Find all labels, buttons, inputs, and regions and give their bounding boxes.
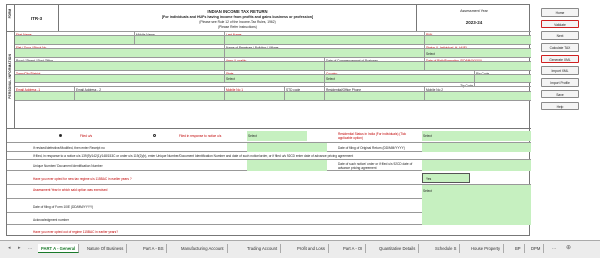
tab-part-a-bs[interactable]: Part A - BS — [140, 244, 168, 253]
filed-response-label: Filed in response to notice u/s — [179, 133, 222, 138]
personal-info-label: PERSONAL INFORMATION — [8, 54, 12, 99]
unique-number-input[interactable] — [247, 160, 327, 171]
assessment-year-opted-select[interactable]: Select — [422, 185, 531, 199]
tab-part-a-general[interactable]: PART A - General — [38, 244, 80, 253]
opt-regime-select[interactable]: Yes — [422, 173, 470, 183]
form-instructions: (Please Refer instructions) — [218, 25, 257, 29]
revised-receipt-label: If revised/defective/Modified, then ente… — [33, 145, 105, 150]
pan-input[interactable] — [425, 36, 531, 44]
personal-info-grid: First Name Middle Name Last Name PAN Fla… — [15, 31, 531, 101]
tab-scroll-left-icon[interactable]: ◂ — [8, 245, 11, 251]
std-code-input[interactable] — [285, 92, 325, 100]
home-button[interactable]: Home — [541, 8, 579, 17]
opted-out-label: Have you ever opted out of regime 115BAC… — [33, 229, 118, 234]
first-name-input[interactable] — [15, 36, 135, 44]
town-city-input[interactable] — [15, 75, 225, 82]
road-street-input[interactable] — [15, 62, 225, 70]
itr-code: ITR-3 — [15, 5, 59, 31]
form-rule: (Please see Rule 12 of the Income-Tax Ru… — [199, 20, 276, 24]
area-locality-input[interactable] — [225, 62, 325, 70]
next-button[interactable]: Next — [541, 31, 579, 40]
tab-house-property[interactable]: House Property — [468, 244, 505, 253]
import-xml-button[interactable]: Import XML — [541, 66, 579, 75]
form-label-cell: FORM — [7, 5, 15, 31]
form10ie-date-input[interactable] — [422, 199, 531, 213]
pin-code-input[interactable] — [475, 75, 531, 82]
tab-quantitative-details[interactable]: Quantitative Details — [376, 244, 420, 253]
sheet-tab-bar: ◂ ▸ ... PART A - General Nature Of Busin… — [0, 240, 600, 258]
assessment-year-opted-label: Assessment Year in which said option was… — [33, 187, 108, 192]
generate-xml-button[interactable]: Generate XML — [541, 54, 579, 64]
form-label: FORM — [8, 9, 12, 19]
personal-info-side: PERSONAL INFORMATION — [7, 31, 15, 128]
flat-door-input[interactable] — [15, 49, 225, 57]
country-select[interactable]: Select — [325, 75, 475, 82]
email2-input[interactable] — [75, 92, 225, 100]
form-header: INDIAN INCOME TAX RETURN [For individual… — [59, 5, 417, 31]
filed-us-label: Filed u/s — [80, 133, 93, 138]
ack-number-label: Acknowledgment number — [33, 217, 69, 222]
last-name-input[interactable] — [225, 36, 425, 44]
tab-ellipsis-right[interactable]: ... — [552, 245, 556, 251]
filed-section-select-value: Select — [248, 134, 257, 138]
side-button-panel: Home Validate Next Calculate TAX Generat… — [534, 8, 586, 113]
apa-date-input[interactable] — [422, 160, 531, 171]
filed-section-select[interactable]: Select — [247, 131, 307, 141]
tab-part-a-oi[interactable]: Part A - OI — [340, 244, 367, 253]
tab-manufacturing-account[interactable]: Manufacturing Account — [178, 244, 228, 253]
revised-receipt-input[interactable] — [247, 143, 327, 152]
assessment-year-value: 2023-24 — [465, 20, 483, 25]
residential-status-label: Residential Status in India (For individ… — [338, 131, 407, 140]
filing-section: Filed u/s Filed in response to notice u/… — [7, 128, 531, 234]
mobile1-input[interactable] — [225, 92, 285, 100]
form10ie-date-label: Date of filing of Form 10IE (DD/MM/YYYY) — [33, 204, 94, 209]
form-subtitle: [For individuals and HUFs having income … — [161, 15, 314, 19]
mobile2-input[interactable] — [425, 92, 531, 100]
tab-schedule-s[interactable]: Schedule S — [432, 244, 461, 253]
assessment-year-box: Assessment Year 2023-24 — [417, 5, 531, 31]
import-profile-button[interactable]: Import Profile — [541, 78, 579, 87]
ack-number-input[interactable] — [422, 213, 531, 225]
original-date-label: Date of filing of Original Return (DD/MM… — [338, 145, 405, 150]
tab-scroll-right-icon[interactable]: ▸ — [18, 245, 21, 251]
tab-bp[interactable]: BP — [512, 244, 525, 253]
residential-office-input[interactable] — [325, 92, 425, 100]
premises-input[interactable] — [225, 49, 425, 57]
country-select-value: Select — [326, 77, 335, 81]
calculate-tax-button[interactable]: Calculate TAX — [541, 43, 579, 52]
filed-response-radio[interactable] — [153, 134, 156, 137]
original-date-input[interactable] — [422, 143, 531, 152]
residential-status-select-value: Select — [423, 134, 432, 138]
tab-dpm[interactable]: DPM — [528, 244, 545, 253]
status-select[interactable]: Select — [425, 49, 531, 57]
state-select-value: Select — [226, 77, 235, 81]
notice-description: If filed, in response to a notice u/s 13… — [33, 154, 354, 158]
tab-trading-account[interactable]: Trading Account — [244, 244, 282, 253]
middle-name-input[interactable] — [135, 36, 225, 44]
add-sheet-icon[interactable]: ⊕ — [566, 244, 571, 251]
email1-input[interactable] — [15, 92, 75, 100]
tab-ellipsis-left[interactable]: ... — [28, 245, 32, 251]
itr-form-sheet: FORM ITR-3 INDIAN INCOME TAX RETURN [For… — [6, 4, 531, 236]
save-button[interactable]: Save — [541, 89, 579, 99]
unique-number-label: Unique Number/ Document Identification N… — [33, 163, 103, 168]
assessment-year-label: Assessment Year — [460, 8, 488, 13]
assessment-year-opted-value: Select — [423, 189, 432, 193]
apa-date-label: Date of such notice/ order or if filed u… — [338, 161, 413, 170]
state-select[interactable]: Select — [225, 75, 325, 82]
tab-nature-of-business[interactable]: Nature Of Business — [84, 244, 128, 253]
filed-us-radio[interactable] — [59, 134, 62, 137]
tab-profit-and-loss[interactable]: Profit and Loss — [294, 244, 329, 253]
status-select-value: Select — [426, 52, 435, 56]
opt-regime-label: Have you ever opted for new tax regime u… — [33, 176, 132, 181]
validate-button[interactable]: Validate — [541, 19, 579, 29]
residential-status-select[interactable]: Select — [422, 131, 531, 141]
dob-input[interactable] — [425, 62, 531, 70]
commencement-input[interactable] — [325, 62, 425, 70]
opt-regime-select-value: Yes — [426, 177, 432, 181]
help-button[interactable]: Help — [541, 101, 579, 110]
form-title: INDIAN INCOME TAX RETURN — [207, 9, 268, 14]
